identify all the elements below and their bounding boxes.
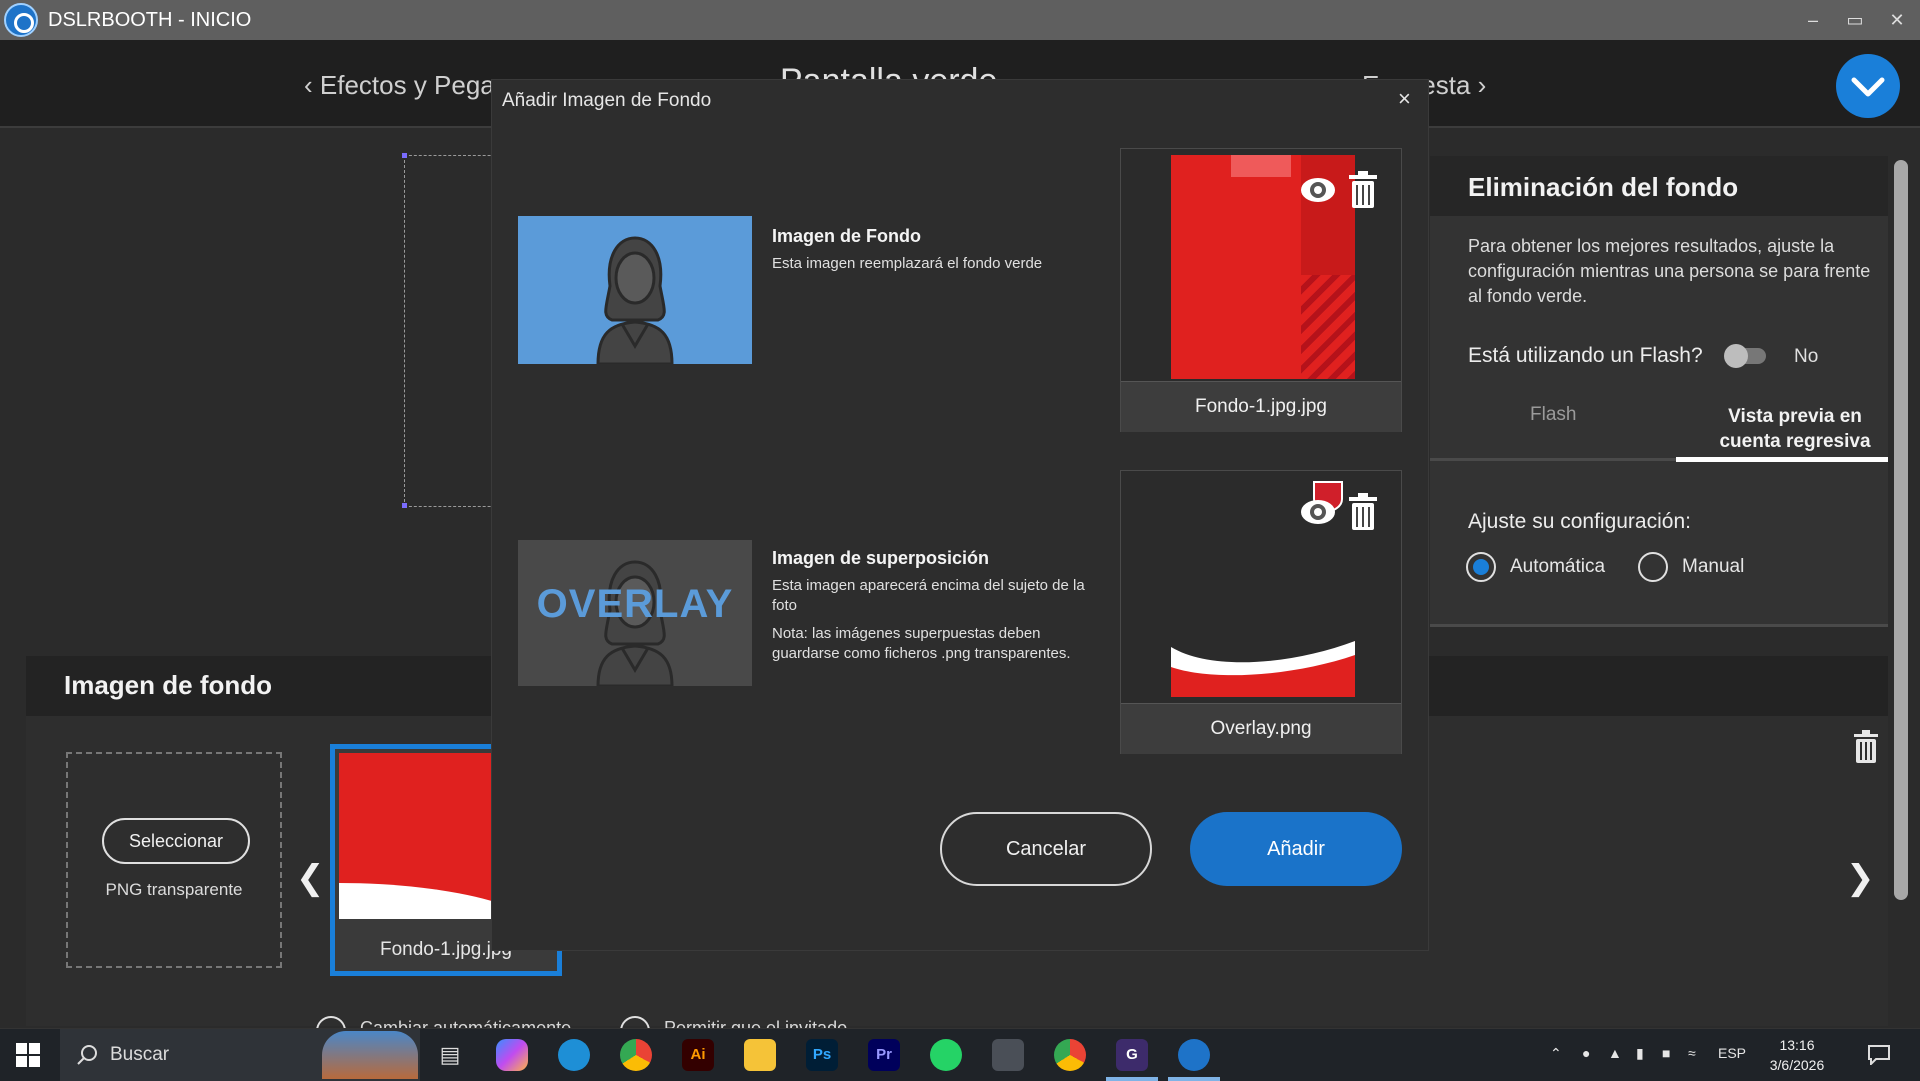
panel-divider [1430,624,1888,627]
system-clock[interactable]: 13:16 3/6/2026 [1762,1035,1832,1075]
file-explorer-icon[interactable] [744,1039,776,1071]
copilot-icon[interactable] [496,1039,528,1071]
active-tab-indicator [1676,457,1888,462]
overlay-section-text: Esta imagen aparecerá encima del sujeto … [772,577,1085,614]
background-removal-panel: Eliminación del fondo Para obtener los m… [1430,156,1890,627]
speaker-muted-icon[interactable]: ▲ [1608,1045,1622,1061]
bg-section-text: Esta imagen reemplazará el fondo verde [772,255,1043,272]
radio-automatic-label[interactable]: Automática [1510,556,1605,578]
overlay-preview-image [1171,641,1355,697]
language-indicator[interactable]: ESP [1718,1045,1746,1061]
search-placeholder: Buscar [110,1044,170,1065]
chevron-down-icon [1851,77,1885,97]
prev-step-label: Efectos y Pega [319,70,495,100]
overlay-preview-card[interactable]: Overlay.png [1120,470,1402,754]
app-g-icon[interactable]: G [1116,1039,1148,1071]
image-block [1231,155,1291,177]
tab-flash[interactable]: Flash [1530,404,1576,426]
flash-question: Está utilizando un Flash? [1468,344,1703,367]
dslrbooth-logo-icon [4,3,38,37]
panel-header: Eliminación del fondo [1430,156,1888,216]
flash-toggle-value: No [1794,346,1819,367]
trash-icon[interactable] [1347,171,1379,209]
tab-countdown-preview[interactable]: Vista previa en cuenta regresiva [1700,404,1890,454]
illustrator-icon[interactable]: Ai [682,1039,714,1071]
windows-start-icon[interactable] [16,1043,40,1067]
select-button[interactable]: Seleccionar [102,818,250,864]
whatsapp-icon[interactable] [930,1039,962,1071]
carousel-prev-icon[interactable]: ❮ [296,858,325,898]
prev-step-link[interactable]: ‹ Efectos y Pega [304,70,495,101]
toggle-knob [1724,344,1748,368]
minimize-button[interactable]: – [1798,6,1828,34]
add-button[interactable]: Añadir [1190,812,1402,886]
microphone-icon[interactable]: ● [1582,1045,1590,1061]
overlay-word: OVERLAY [536,582,734,626]
battery-icon[interactable]: ▮ [1636,1045,1644,1062]
edge-icon[interactable] [558,1039,590,1071]
cancel-button[interactable]: Cancelar [940,812,1152,886]
add-background-dialog: Añadir Imagen de Fondo × Imagen de Fondo… [492,80,1428,950]
eye-icon[interactable] [1299,493,1337,531]
dialog-title: Añadir Imagen de Fondo [502,90,712,111]
chevron-left-icon: ‹ [304,70,320,100]
section-title: Imagen de fondo [64,670,272,700]
image-stripes [1301,275,1355,379]
maximize-button[interactable]: ▭ [1840,6,1870,34]
chevron-up-icon[interactable]: ⌃ [1550,1045,1562,1062]
person-silhouette-icon [596,236,674,364]
close-window-button[interactable]: ✕ [1882,6,1912,34]
overlay-wave-shape [1171,641,1355,697]
radio-manual-label[interactable]: Manual [1682,556,1744,578]
canvas-handle[interactable] [402,503,407,508]
search-highlight-image [322,1031,418,1079]
clock-date: 3/6/2026 [1769,1057,1825,1073]
background-placeholder-image [518,216,752,364]
overlay-placeholder-image: OVERLAY [518,540,752,686]
add-image-slot: Seleccionar PNG transparente [66,752,282,968]
panel-description: Para obtener los mejores resultados, aju… [1468,236,1871,306]
chrome-profile-icon[interactable] [620,1039,652,1071]
radio-manual[interactable] [1638,552,1668,582]
chrome-icon[interactable] [1054,1039,1086,1071]
eye-icon[interactable] [1299,171,1337,209]
task-view-icon[interactable]: ▤ [434,1039,466,1071]
search-icon [77,1045,97,1065]
trash-icon[interactable] [1852,730,1880,764]
panel-title: Eliminación del fondo [1468,172,1739,202]
overlay-section-note: Nota: las imágenes superpuestas deben gu… [772,625,1071,662]
flash-toggle[interactable] [1724,344,1766,368]
active-app-indicator [1106,1077,1158,1081]
window-title: DSLRBOOTH - INICIO [48,9,252,31]
vertical-scrollbar[interactable] [1894,160,1908,900]
adjust-label: Ajuste su configuración: [1468,510,1691,533]
taskbar: Buscar ▤ Ai Ps Pr G ⌃ ● ▲ ▮ ■ ≈ ESP 13:1… [0,1028,1920,1081]
carousel-next-icon[interactable]: ❯ [1846,858,1875,898]
calculator-icon[interactable] [992,1039,1024,1071]
background-file-name: Fondo-1.jpg.jpg [1121,381,1401,432]
dslrbooth-taskbar-icon[interactable] [1178,1039,1210,1071]
premiere-icon[interactable]: Pr [868,1039,900,1071]
taskbar-search[interactable]: Buscar [60,1029,420,1081]
active-app-indicator [1168,1077,1220,1081]
select-hint: PNG transparente [105,880,243,899]
photoshop-icon[interactable]: Ps [806,1039,838,1071]
clock-time: 13:16 [1779,1037,1815,1053]
overlay-file-name: Overlay.png [1121,703,1401,754]
trash-icon[interactable] [1347,493,1379,531]
bg-section-heading: Imagen de Fondo [772,226,922,246]
close-icon[interactable]: × [1398,86,1411,112]
overlay-section-heading: Imagen de superposición [772,548,990,568]
background-preview-card[interactable]: Fondo-1.jpg.jpg [1120,148,1402,432]
title-bar: DSLRBOOTH - INICIO – ▭ ✕ [0,0,1920,40]
wifi-icon[interactable]: ≈ [1688,1045,1696,1061]
confirm-button[interactable] [1836,54,1900,118]
canvas-handle[interactable] [402,153,407,158]
chevron-right-icon: › [1470,70,1487,100]
notification-icon[interactable] [1868,1045,1890,1065]
camera-icon[interactable]: ■ [1662,1045,1670,1061]
radio-automatic[interactable] [1466,552,1496,582]
